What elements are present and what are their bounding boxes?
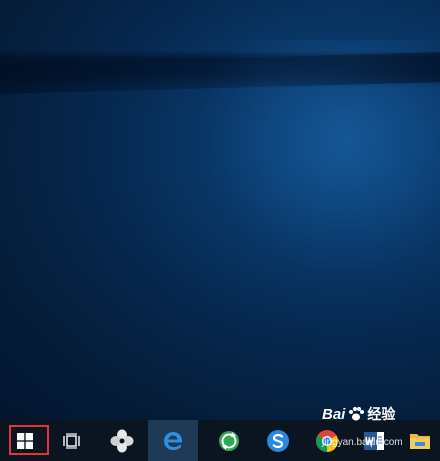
edge-icon xyxy=(164,431,182,450)
app-pinwheel[interactable] xyxy=(100,420,144,461)
screen: Bai 经验 jingyan.baidu.com xyxy=(0,0,440,461)
watermark-site: jingyan.baidu.com xyxy=(322,437,403,448)
watermark-brand: Bai xyxy=(322,405,346,423)
watermark: Bai 经验 xyxy=(322,404,395,424)
task-view-icon xyxy=(63,432,80,449)
paw-icon xyxy=(349,407,365,421)
task-view-button[interactable] xyxy=(50,420,94,461)
sogou-browser[interactable] xyxy=(256,420,300,461)
start-button-highlight xyxy=(9,425,49,455)
edge-browser[interactable] xyxy=(148,420,198,461)
watermark-brand2: 经验 xyxy=(367,406,396,422)
pinwheel-icon xyxy=(110,429,134,452)
360-browser[interactable] xyxy=(207,420,251,461)
folder-icon xyxy=(410,433,430,449)
sogou-s-icon xyxy=(267,429,289,452)
desktop-background xyxy=(0,0,440,420)
file-explorer[interactable] xyxy=(400,420,440,461)
refresh-globe-icon xyxy=(219,430,239,451)
